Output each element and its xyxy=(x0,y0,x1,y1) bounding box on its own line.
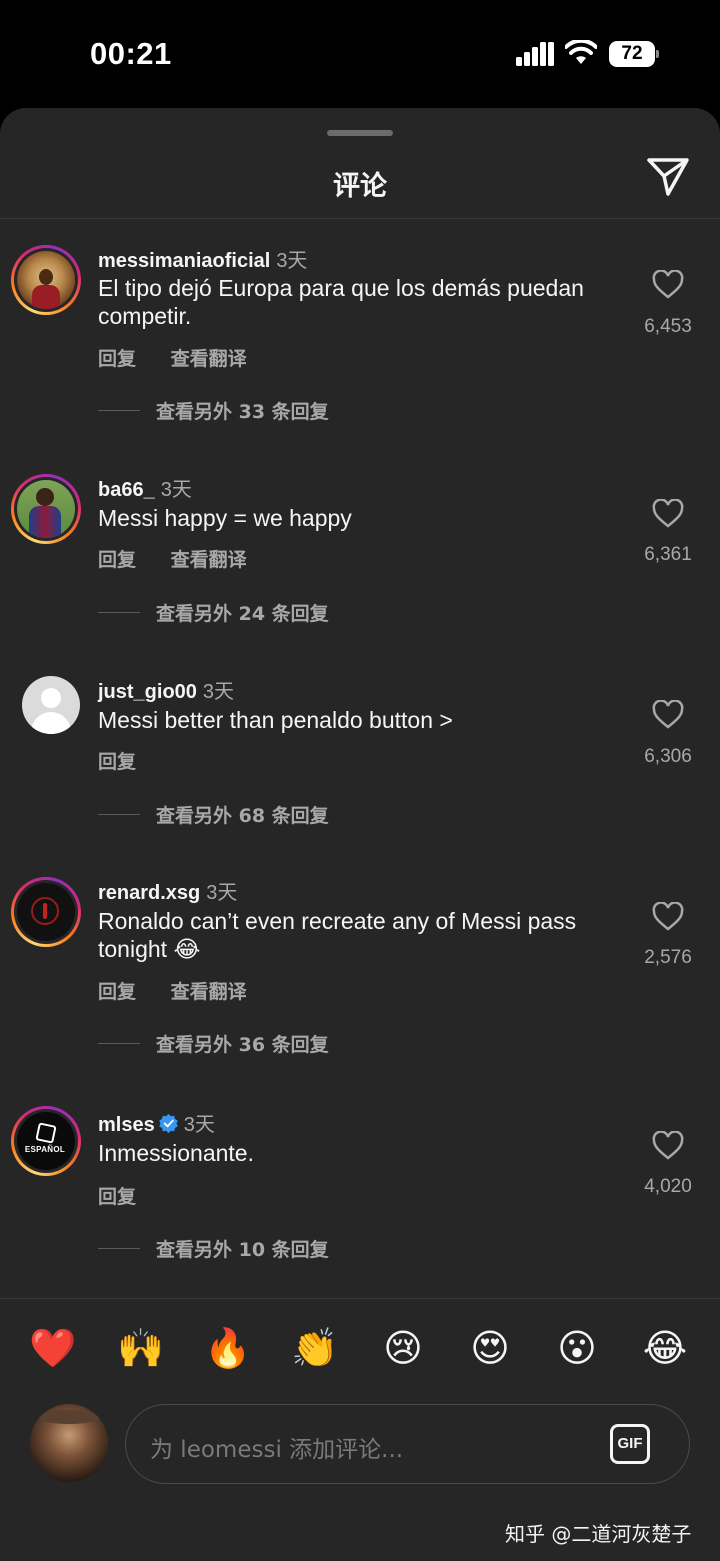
my-avatar xyxy=(30,1404,108,1482)
comments-sheet: 评论 messimaniaoficial 3天 El tipo dejó Euro… xyxy=(0,108,720,1561)
comment-text: Inmessionante. xyxy=(98,1140,254,1166)
comment-text: Ronaldo can’t even recreate any of Messi… xyxy=(98,908,577,962)
avatar-placeholder-icon[interactable] xyxy=(22,676,80,734)
comment-time: 3天 xyxy=(160,479,192,501)
view-replies-button[interactable]: 查看另外 24 条回复 xyxy=(98,600,329,625)
comment-text: Messi better than penaldo button > xyxy=(98,707,453,733)
reply-button[interactable]: 回复 xyxy=(98,751,136,773)
comment-text: Messi happy = we happy xyxy=(98,505,352,531)
view-replies-button[interactable]: 查看另外 36 条回复 xyxy=(98,1031,329,1056)
like-count: 2,576 xyxy=(644,947,692,968)
like-count: 6,361 xyxy=(644,544,692,565)
avatar[interactable] xyxy=(11,474,81,544)
like-count: 4,020 xyxy=(644,1176,692,1197)
like-heart-icon[interactable] xyxy=(652,270,684,300)
reply-button[interactable]: 回复 xyxy=(98,1186,136,1208)
reply-button[interactable]: 回复 xyxy=(98,981,136,1003)
like-count: 6,306 xyxy=(644,746,692,767)
emoji-clap-button[interactable]: 👏 xyxy=(290,1323,340,1373)
comment-time: 3天 xyxy=(276,250,308,272)
wifi-icon xyxy=(565,40,597,64)
emoji-heart-eyes-button[interactable]: 😍 xyxy=(465,1323,515,1373)
emoji-heart-button[interactable]: ❤️ xyxy=(28,1323,78,1373)
reply-button[interactable]: 回复 xyxy=(98,348,136,370)
avatar[interactable] xyxy=(11,877,81,947)
like-heart-icon[interactable] xyxy=(652,902,684,932)
like-count: 6,453 xyxy=(644,316,692,337)
view-replies-button[interactable]: 查看另外 33 条回复 xyxy=(98,398,329,423)
comment-time: 3天 xyxy=(183,1114,215,1136)
view-replies-button[interactable]: 查看另外 68 条回复 xyxy=(98,802,329,827)
emoji-quick-bar: ❤️ 🙌 🔥 👏 😢 😍 😮 😂 xyxy=(0,1323,720,1373)
avatar[interactable] xyxy=(11,245,81,315)
comment-username[interactable]: ba66_ 3天 xyxy=(98,473,192,502)
like-heart-icon[interactable] xyxy=(652,499,684,529)
battery-icon: 72 xyxy=(609,41,659,67)
see-translation-button[interactable]: 查看翻译 xyxy=(171,981,247,1003)
emoji-laughing-button[interactable]: 😂 xyxy=(640,1323,690,1373)
sheet-title: 评论 xyxy=(333,171,387,202)
gif-button[interactable]: GIF xyxy=(610,1424,650,1464)
emoji-surprised-button[interactable]: 😮 xyxy=(552,1323,602,1373)
see-translation-button[interactable]: 查看翻译 xyxy=(171,348,247,370)
like-heart-icon[interactable] xyxy=(652,700,684,730)
comment-input-placeholder: 为 leomessi 添加评论... xyxy=(150,1437,404,1463)
mlses-logo-text: ESPAÑOL xyxy=(24,1145,66,1154)
status-time: 00:21 xyxy=(90,36,172,71)
comment-time: 3天 xyxy=(206,882,238,904)
cellular-signal-icon xyxy=(516,42,554,66)
emoji-raised-hands-button[interactable]: 🙌 xyxy=(116,1323,166,1373)
like-heart-icon[interactable] xyxy=(652,1131,684,1161)
comment-time: 3天 xyxy=(202,681,235,703)
comment-username[interactable]: just_gio00 3天 xyxy=(98,675,234,704)
watermark: 知乎 @二道河灰楚子 xyxy=(505,1522,692,1546)
header-divider xyxy=(0,218,720,219)
comment-text: El tipo dejó Europa para que los demás p… xyxy=(98,275,584,329)
status-bar: 00:21 72 xyxy=(0,0,720,108)
see-translation-button[interactable]: 查看翻译 xyxy=(171,549,247,571)
reply-button[interactable]: 回复 xyxy=(98,549,136,571)
share-send-icon[interactable] xyxy=(646,156,690,198)
comment-username[interactable]: mlses 3天 xyxy=(98,1108,215,1137)
emoji-crying-button[interactable]: 😢 xyxy=(378,1323,428,1373)
view-replies-button[interactable]: 查看另外 10 条回复 xyxy=(98,1236,329,1261)
composer-divider xyxy=(0,1298,720,1299)
emoji-fire-button[interactable]: 🔥 xyxy=(203,1323,253,1373)
comment-username[interactable]: renard.xsg 3天 xyxy=(98,876,237,905)
battery-level: 72 xyxy=(609,41,655,67)
comment-username[interactable]: messimaniaoficial 3天 xyxy=(98,244,307,273)
sheet-grabber[interactable] xyxy=(327,130,393,136)
avatar[interactable]: ESPAÑOL xyxy=(11,1106,81,1176)
comment-input[interactable]: 为 leomessi 添加评论... GIF xyxy=(125,1404,690,1484)
verified-badge-icon xyxy=(158,1114,178,1133)
